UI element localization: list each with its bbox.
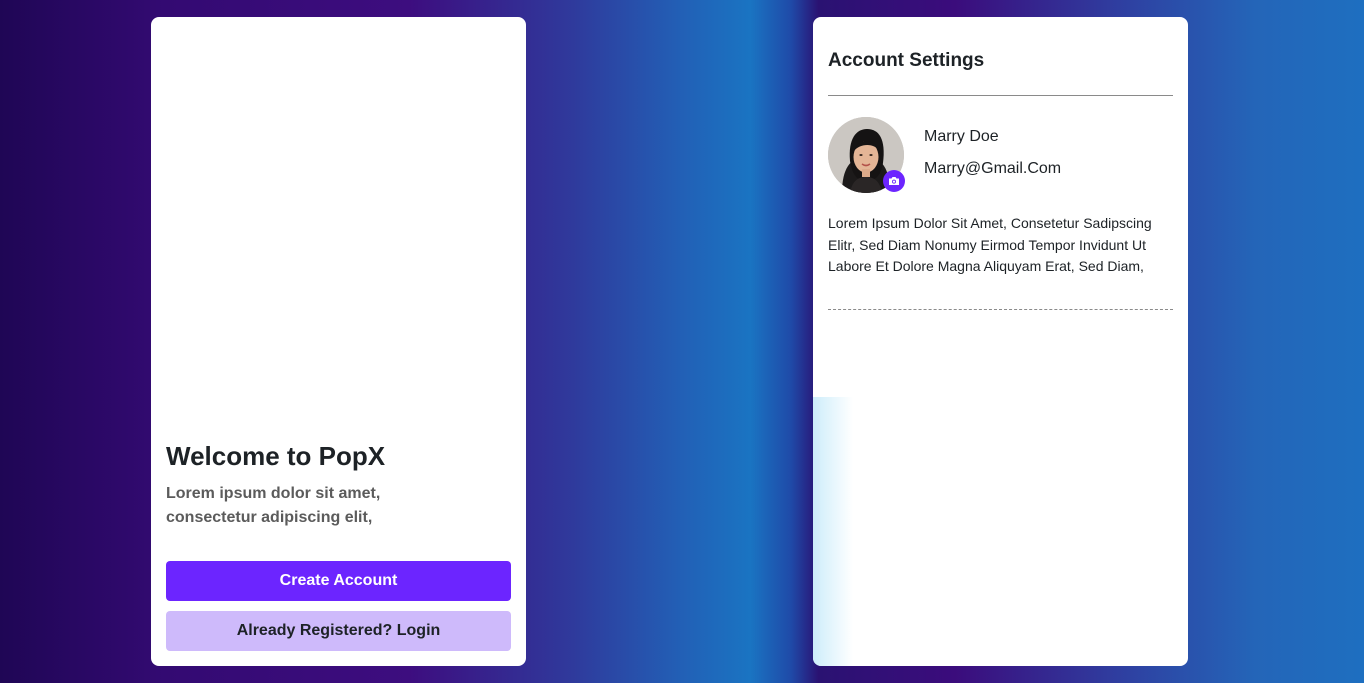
header-divider — [828, 95, 1173, 96]
user-bio: Lorem Ipsum Dolor Sit Amet, Consetetur S… — [828, 215, 1152, 275]
edge-glow — [813, 397, 853, 666]
welcome-card: Welcome to PopX Lorem ipsum dolor sit am… — [151, 17, 526, 666]
account-settings-card: Account Settings Marry Doe Marry@Gmail.C… — [813, 17, 1188, 666]
page-title: Account Settings — [828, 50, 985, 71]
camera-icon — [889, 177, 899, 185]
avatar-container — [828, 117, 906, 195]
bio-divider — [828, 309, 1173, 310]
welcome-block: Welcome to PopX Lorem ipsum dolor sit am… — [166, 439, 511, 530]
welcome-title: Welcome to PopX — [166, 441, 386, 471]
user-email: Marry@Gmail.Com — [924, 160, 1062, 177]
welcome-description: Lorem ipsum dolor sit amet, consectetur … — [166, 485, 381, 526]
user-name: Marry Doe — [924, 128, 999, 145]
login-button[interactable]: Already Registered? Login — [166, 611, 511, 651]
create-account-button[interactable]: Create Account — [166, 561, 511, 601]
change-photo-button[interactable] — [883, 170, 905, 192]
